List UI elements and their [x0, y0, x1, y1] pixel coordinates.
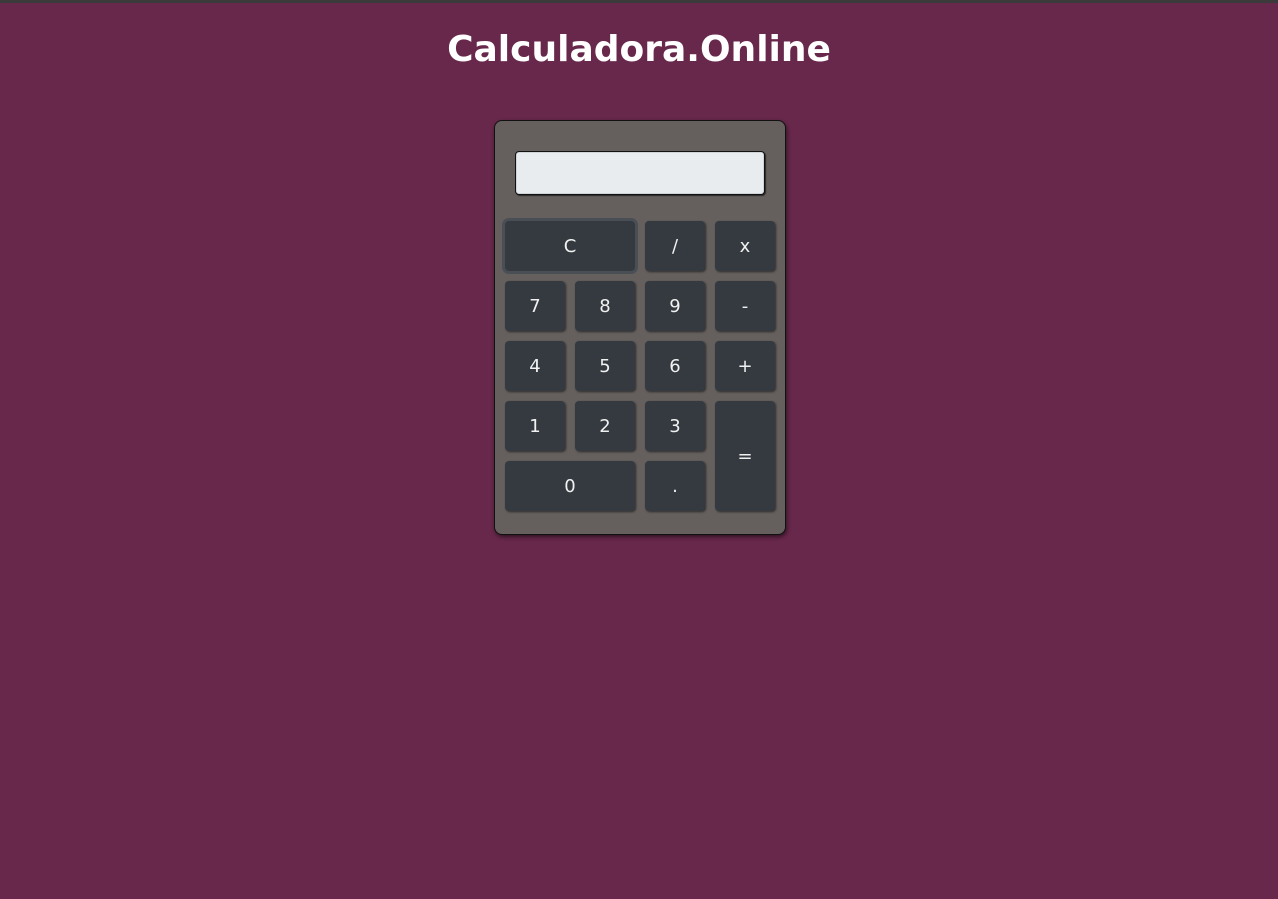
- calculator-display[interactable]: [515, 151, 765, 195]
- multiply-button[interactable]: x: [715, 221, 775, 271]
- minus-button[interactable]: -: [715, 281, 775, 331]
- digit-8-button[interactable]: 8: [575, 281, 635, 331]
- divide-button[interactable]: /: [645, 221, 705, 271]
- decimal-button[interactable]: .: [645, 461, 705, 511]
- plus-button[interactable]: +: [715, 341, 775, 391]
- page-title: Calculadora.Online: [447, 29, 831, 70]
- calculator-body: C / x 7 8 9 - 4 5 6 + 1 2 3 = 0 .: [494, 120, 786, 535]
- digit-1-button[interactable]: 1: [505, 401, 565, 451]
- digit-4-button[interactable]: 4: [505, 341, 565, 391]
- digit-7-button[interactable]: 7: [505, 281, 565, 331]
- clear-button[interactable]: C: [505, 221, 635, 271]
- digit-3-button[interactable]: 3: [645, 401, 705, 451]
- equals-button[interactable]: =: [715, 401, 775, 511]
- digit-6-button[interactable]: 6: [645, 341, 705, 391]
- digit-5-button[interactable]: 5: [575, 341, 635, 391]
- digit-9-button[interactable]: 9: [645, 281, 705, 331]
- digit-2-button[interactable]: 2: [575, 401, 635, 451]
- digit-0-button[interactable]: 0: [505, 461, 635, 511]
